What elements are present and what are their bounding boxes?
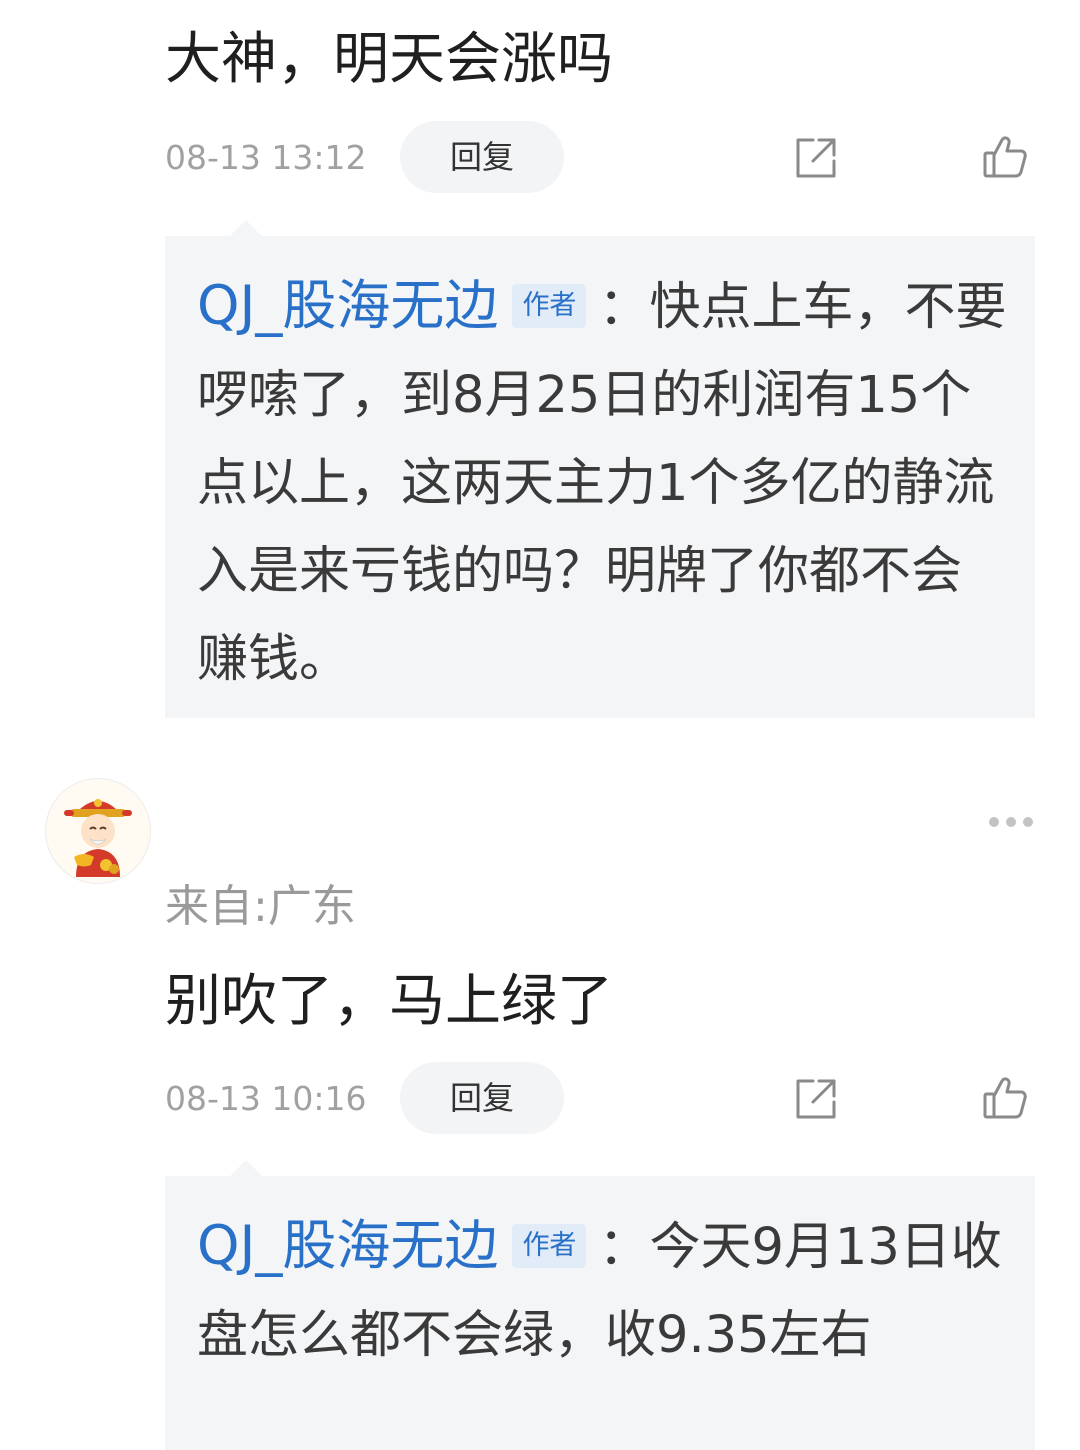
reply-content: QJ_股海无边 作者 ：今天9月13日收盘怎么都不会绿，收9.35左右 — [197, 1202, 1012, 1380]
reply-content: QJ_股海无边 作者 ：快点上车，不要啰嗦了，到8月25日的利润有15个点以上，这两… — [197, 262, 1012, 704]
reply-separator: ： — [598, 1218, 650, 1277]
reply-box: QJ_股海无边 作者 ：今天9月13日收盘怎么都不会绿，收9.35左右 — [165, 1176, 1035, 1450]
thumbs-up-icon[interactable] — [982, 1075, 1028, 1121]
author-badge: 作者 — [512, 1224, 587, 1268]
reply-text: 快点上车，不要啰嗦了，到8月25日的利润有15个点以上，这两天主力1个多亿的静流… — [197, 278, 1007, 689]
share-icon[interactable] — [793, 1076, 839, 1122]
reply-button[interactable]: 回复 — [400, 1062, 564, 1134]
reply-button[interactable]: 回复 — [400, 121, 564, 193]
reply-box: QJ_股海无边 作者 ：快点上车，不要啰嗦了，到8月25日的利润有15个点以上，这两… — [165, 236, 1035, 718]
share-icon[interactable] — [793, 135, 839, 181]
comment-text: 别吹了，马上绿了 — [165, 969, 613, 1034]
author-badge: 作者 — [512, 284, 587, 328]
reply-author-link[interactable]: QJ_股海无边 — [197, 274, 498, 337]
comment-timestamp: 08-13 10:16 — [165, 1079, 367, 1118]
comment-location: 来自:广东 — [165, 881, 356, 932]
reply-box-arrow — [230, 220, 262, 236]
thumbs-up-icon[interactable] — [982, 134, 1028, 180]
comment-text: 大神，明天会涨吗 — [165, 27, 613, 92]
reply-author-link[interactable]: QJ_股海无边 — [197, 1214, 498, 1277]
reply-box-arrow — [230, 1160, 262, 1176]
fortune-god-avatar[interactable] — [45, 778, 151, 884]
more-icon[interactable] — [987, 815, 1035, 829]
reply-separator: ： — [598, 278, 650, 337]
comment-timestamp: 08-13 13:12 — [165, 138, 367, 177]
